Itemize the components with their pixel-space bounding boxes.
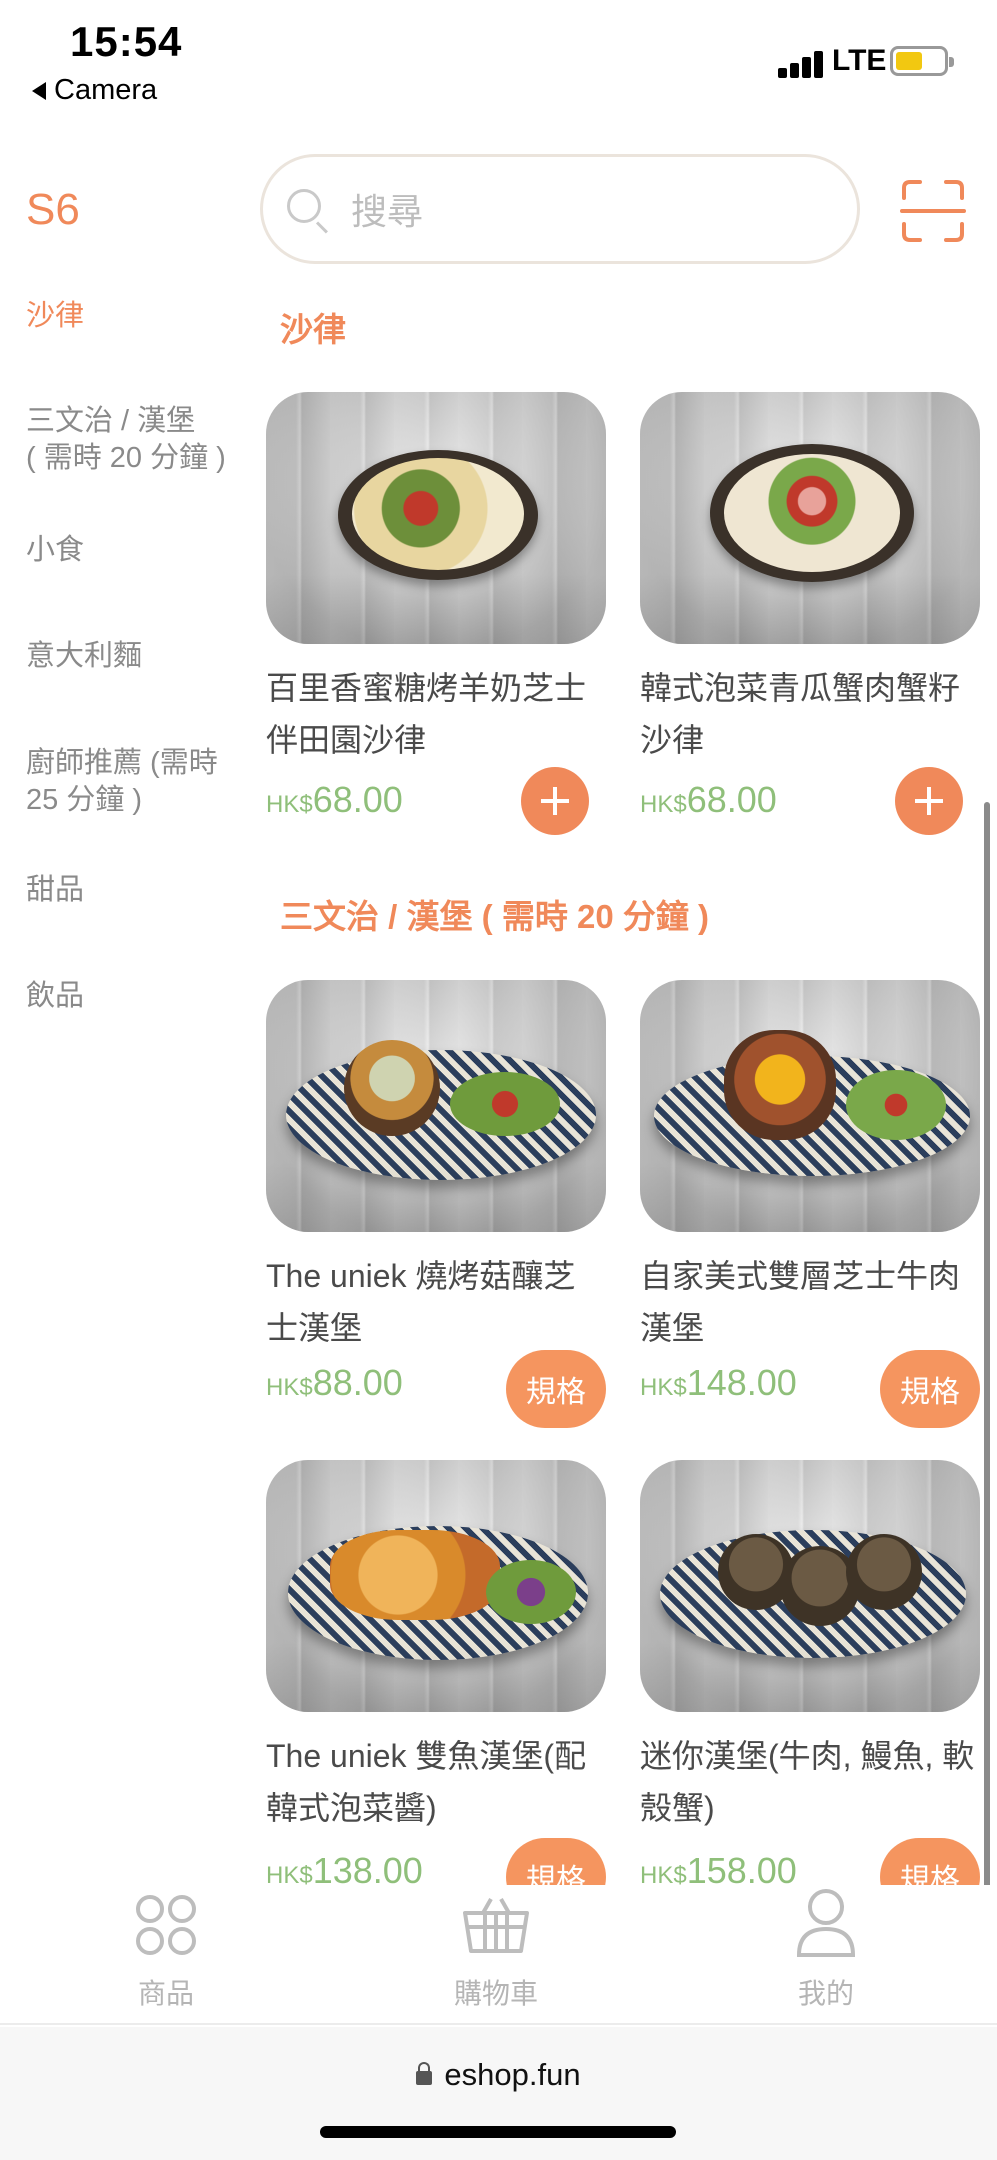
nav-label: 購物車 (453, 1978, 538, 2009)
product-card[interactable]: 韓式泡菜青瓜蟹肉蟹籽沙律 HK$68.00 (640, 392, 980, 835)
sidebar-item-chef-recommend[interactable]: 廚師推薦 (需時 25 分鐘 ) (26, 745, 256, 819)
scrollbar[interactable] (984, 802, 990, 2017)
product-card[interactable]: 迷你漢堡(牛肉, 鰻魚, 軟殼蟹) HK$158.00 規格 (640, 1460, 980, 1916)
product-name: 自家美式雙層芝士牛肉漢堡 (640, 1258, 961, 1346)
network-label: LTE (832, 44, 887, 77)
section-title-salad: 沙律 (280, 311, 346, 348)
user-icon (796, 1889, 856, 1957)
product-card[interactable]: The uniek 雙魚漢堡(配韓式泡菜醬) HK$138.00 規格 (266, 1460, 606, 1916)
options-button[interactable]: 規格 (880, 1350, 980, 1428)
search-icon (283, 185, 331, 234)
product-name: 百里香蜜糖烤羊奶芝士伴田園沙律 (266, 670, 587, 758)
back-app-label: Camera (54, 74, 158, 106)
product-image[interactable] (266, 392, 606, 644)
product-name: 迷你漢堡(牛肉, 鰻魚, 軟殼蟹) (640, 1738, 975, 1826)
product-image[interactable] (640, 392, 980, 644)
bottom-nav: 商品 購物車 我的 (0, 1885, 997, 2025)
back-to-app-link[interactable]: Camera (32, 74, 157, 107)
price-row: HK$148.00 規格 (640, 1350, 980, 1428)
product-price: HK$148.00 (640, 1362, 797, 1403)
status-bar: 15:54 Camera LTE (0, 0, 997, 120)
url-text: eshop.fun (444, 2057, 581, 2092)
lock-icon (416, 2062, 433, 2085)
product-price: HK$68.00 (266, 779, 403, 820)
home-indicator[interactable] (320, 2126, 676, 2138)
product-image[interactable] (266, 1460, 606, 1712)
clock: 15:54 (70, 18, 183, 65)
section-title-sandwich-burger: 三文治 / 漢堡 ( 需時 20 分鐘 ) (280, 898, 710, 935)
product-image[interactable] (640, 1460, 980, 1712)
nav-item-profile[interactable]: 我的 (746, 1885, 906, 2012)
price-row: HK$88.00 規格 (266, 1350, 606, 1428)
sidebar-item-dessert[interactable]: 甜品 (26, 872, 256, 909)
sidebar-item-drinks[interactable]: 飲品 (26, 978, 256, 1015)
price-row: HK$68.00 (640, 767, 980, 837)
search-input[interactable]: 搜尋 (260, 154, 860, 264)
nav-label: 商品 (137, 1978, 194, 2009)
battery-icon (890, 46, 954, 76)
add-to-cart-button[interactable] (895, 767, 963, 835)
price-row: HK$68.00 (266, 767, 606, 837)
product-card[interactable]: 自家美式雙層芝士牛肉漢堡 HK$148.00 規格 (640, 980, 980, 1428)
sidebar-item-sandwich-burger[interactable]: 三文治 / 漢堡 ( 需時 20 分鐘 ) (26, 403, 256, 477)
scan-icon[interactable] (900, 178, 966, 244)
grid-icon (136, 1895, 196, 1955)
sidebar-item-salad[interactable]: 沙律 (26, 298, 256, 335)
nav-item-products[interactable]: 商品 (86, 1885, 246, 2012)
product-name: The uniek 燒烤菇釀芝士漢堡 (266, 1258, 576, 1346)
product-image[interactable] (640, 980, 980, 1232)
browser-url-bar[interactable]: eshop.fun (0, 2027, 997, 2160)
url-display[interactable]: eshop.fun (0, 2057, 997, 2093)
basket-icon (463, 1898, 529, 1953)
options-button[interactable]: 規格 (506, 1350, 606, 1428)
product-name: The uniek 雙魚漢堡(配韓式泡菜醬) (266, 1738, 587, 1826)
product-card[interactable]: The uniek 燒烤菇釀芝士漢堡 HK$88.00 規格 (266, 980, 606, 1428)
product-name: 韓式泡菜青瓜蟹肉蟹籽沙律 (640, 670, 961, 758)
product-card[interactable]: 百里香蜜糖烤羊奶芝士伴田園沙律 HK$68.00 (266, 392, 606, 835)
add-to-cart-button[interactable] (521, 767, 589, 835)
sidebar-item-snacks[interactable]: 小食 (26, 532, 256, 569)
nav-item-cart[interactable]: 購物車 (416, 1885, 576, 2012)
back-arrow-icon (32, 81, 46, 100)
sidebar-item-pasta[interactable]: 意大利麵 (26, 638, 256, 675)
product-image[interactable] (266, 980, 606, 1232)
signal-icon (778, 48, 834, 78)
search-placeholder: 搜尋 (351, 191, 424, 232)
store-code: S6 (26, 185, 80, 234)
product-price: HK$68.00 (640, 779, 777, 820)
product-price: HK$88.00 (266, 1362, 403, 1403)
nav-label: 我的 (797, 1978, 854, 2009)
